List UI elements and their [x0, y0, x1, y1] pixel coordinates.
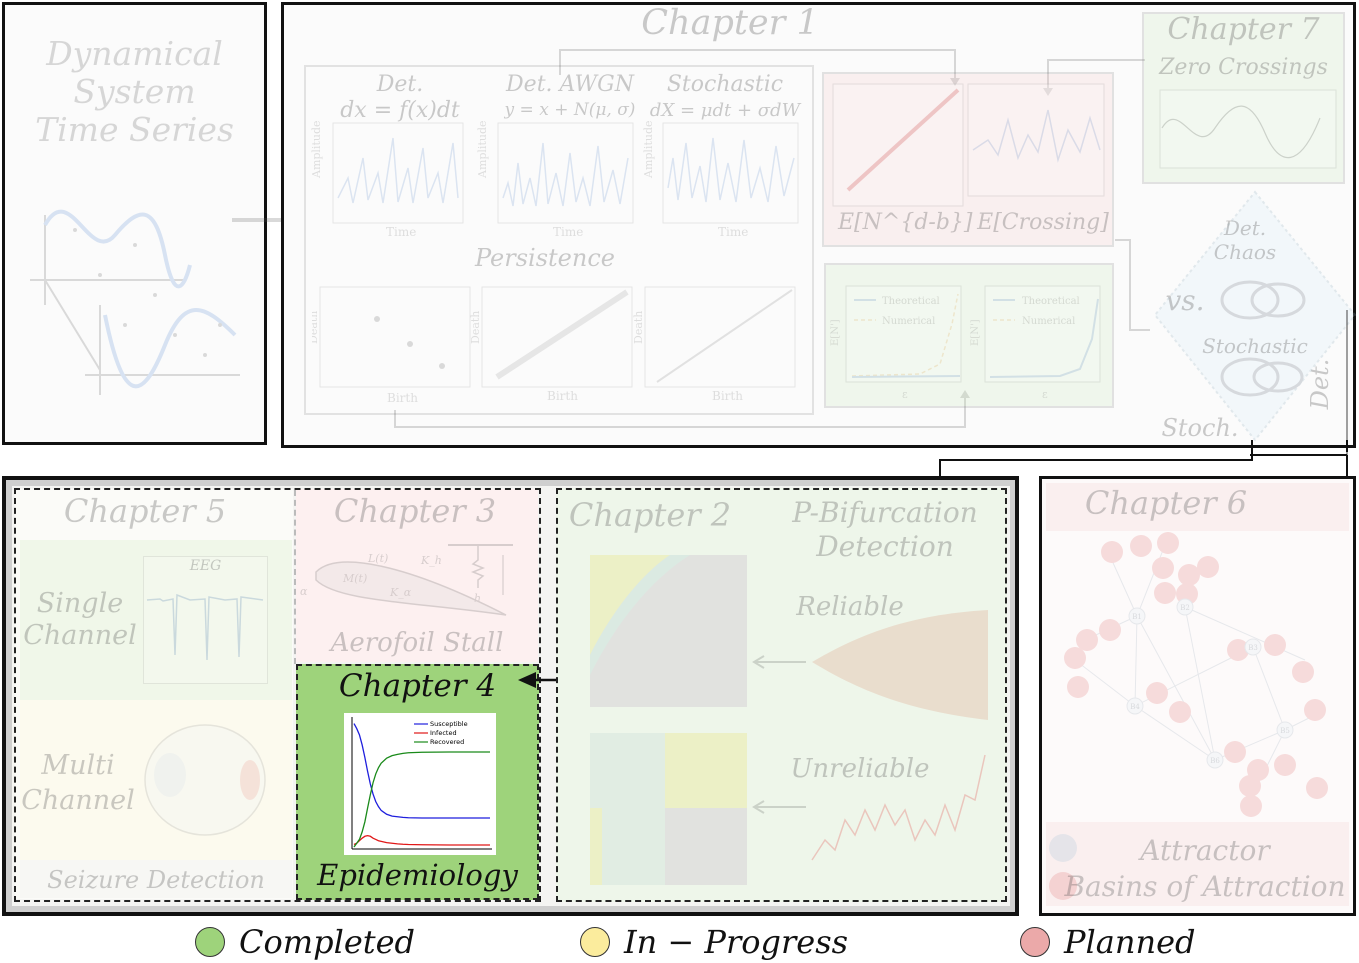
chapter1-title: Chapter 1: [641, 3, 819, 43]
reliable-trajectories: [752, 610, 988, 720]
chapter6-title: Chapter 6: [1084, 484, 1248, 522]
expect-label-n: E[N^{d-b}]: [838, 210, 973, 235]
time-series-title-3: Time Series: [35, 110, 234, 149]
diamond-det-label: Det.: [1223, 216, 1267, 240]
chapter7-subtitle: Zero Crossings: [1159, 55, 1328, 80]
legend-inprogress: In − Progress: [580, 922, 848, 962]
legend-inprogress-label: In − Progress: [624, 923, 849, 961]
pbif-line-1: P-Bifurcation: [792, 496, 978, 529]
basin-node-label-6: B6: [1210, 757, 1220, 765]
chapter3-divider: [294, 490, 296, 664]
time-series-title-2: System: [73, 72, 196, 111]
chapter6-footer-2: Basins of Attraction: [1064, 870, 1346, 903]
pbif-line-2: Detection: [816, 530, 954, 563]
ts-axis-amp-1: Amplitude: [310, 120, 323, 179]
expectation-plots: [832, 83, 1105, 207]
legend-planned: Planned: [1020, 922, 1195, 962]
chapter2-title: Chapter 2: [568, 496, 732, 534]
legend-planned-label: Planned: [1064, 923, 1196, 961]
bifurcation-map-unreliable: [590, 733, 747, 885]
legend-completed: Completed: [195, 922, 415, 962]
basin-node-label-1: B1: [1132, 613, 1142, 621]
time-series-illustration: [30, 209, 240, 395]
unreliable-trajectory: [752, 754, 986, 861]
chapter4-title: Chapter 4: [338, 668, 497, 704]
diamond-chaos-label: Chaos: [1213, 240, 1277, 264]
basin-node-label-4: B4: [1130, 703, 1140, 711]
sir-legend-recovered: Recovered: [430, 738, 464, 746]
legend-planned-swatch: [1020, 927, 1050, 957]
basin-node-label-2: B2: [1180, 604, 1190, 612]
bifurcation-map-reliable: [590, 555, 747, 707]
sir-chart: Susceptible Infected Recovered: [344, 713, 496, 855]
basin-node-label-3: B3: [1248, 644, 1258, 652]
chapter4-footer: Epidemiology: [317, 858, 518, 892]
expect-label-crossing: E[Crossing]: [977, 210, 1109, 235]
scaling-legend-theo-2: Theoretical: [1022, 296, 1080, 307]
sir-legend-susceptible: Susceptible: [430, 720, 468, 728]
zero-crossings-plot: [1159, 89, 1337, 169]
scaling-legend-theo-1: Theoretical: [882, 296, 940, 307]
legend-completed-label: Completed: [239, 923, 416, 961]
basin-network: B1 B2 B3 B4 B5 B6: [1064, 532, 1328, 817]
legend-inprogress-swatch: [580, 927, 610, 957]
scaling-axis-en-1: E[N']: [830, 319, 841, 346]
time-series-title-1: Dynamical: [46, 34, 223, 73]
chapter7-title: Chapter 7: [1167, 12, 1320, 47]
basin-node-label-5: B5: [1280, 727, 1290, 735]
chapter6-footer-1: Attractor: [1140, 834, 1270, 867]
legend-completed-swatch: [195, 927, 225, 957]
scaling-legend-num-1: Numerical: [882, 316, 935, 327]
pd-axis-death-1: Death: [312, 311, 320, 344]
scaling-axis-eps-1: ε: [902, 388, 908, 401]
sir-legend-infected: Infected: [430, 729, 457, 737]
